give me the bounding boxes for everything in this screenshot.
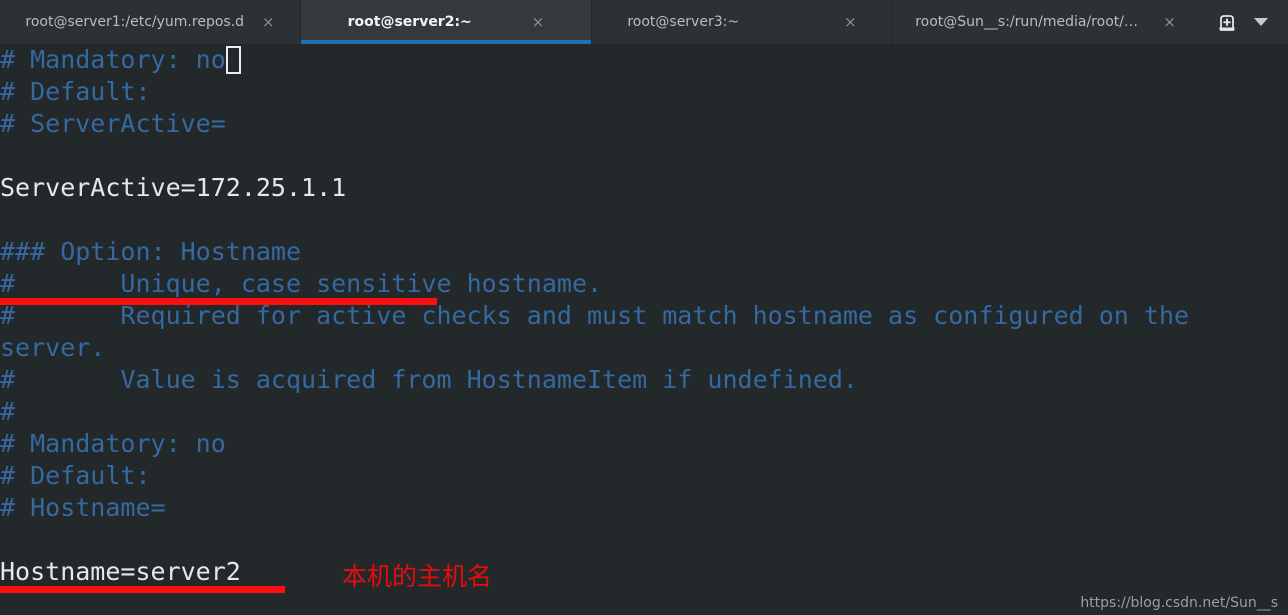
tab-bar: root@server1:/etc/yum.repos.d × root@ser… <box>0 0 1288 44</box>
terminal-line-text: # Value is acquired from HostnameItem if… <box>0 365 858 394</box>
tab-label: root@server3:~ <box>627 14 740 30</box>
tab-list-dropdown-button[interactable] <box>1244 5 1278 39</box>
terminal-line-text: # Default: <box>0 461 151 490</box>
new-tab-icon[interactable] <box>1210 5 1244 39</box>
terminal-line-text: # Required for active checks and must ma… <box>0 301 1190 330</box>
tab-server1[interactable]: root@server1:/etc/yum.repos.d × <box>0 0 300 44</box>
tab-close-icon[interactable]: × <box>262 14 275 30</box>
terminal-window: root@server1:/etc/yum.repos.d × root@ser… <box>0 0 1288 615</box>
terminal-line: # Value is acquired from HostnameItem if… <box>0 364 1288 396</box>
terminal-line: # <box>0 396 1288 428</box>
terminal-line: # Default: <box>0 76 1288 108</box>
terminal-line-text: server. <box>0 333 106 362</box>
tab-label: root@server2:~ <box>347 14 472 30</box>
terminal-line: server. <box>0 332 1288 364</box>
terminal-line: # ServerActive= <box>0 108 1288 140</box>
chevron-down-icon <box>1254 18 1268 26</box>
terminal-line-text: # Default: <box>0 77 151 106</box>
tab-close-icon[interactable]: × <box>532 14 545 30</box>
terminal-line: # Mandatory: no <box>0 44 1288 76</box>
terminal-line-text: Hostname=server2 <box>0 557 241 586</box>
terminal-line: # Mandatory: no <box>0 428 1288 460</box>
terminal-line: Hostname=server2 <box>0 556 1288 588</box>
chinese-annotation: 本机的主机名 <box>342 562 493 591</box>
tab-label: root@Sun__s:/run/media/root/Dat… <box>915 14 1146 30</box>
terminal-line-text: # Mandatory: no <box>0 429 226 458</box>
red-underline-serveractive <box>0 298 437 305</box>
red-underline-hostname <box>0 586 285 593</box>
tab-sun-s-media[interactable]: root@Sun__s:/run/media/root/Dat… × <box>893 0 1198 44</box>
tab-label: root@server1:/etc/yum.repos.d <box>25 14 245 30</box>
terminal-line: ServerActive=172.25.1.1 <box>0 172 1288 204</box>
tab-server2[interactable]: root@server2:~ × <box>301 0 591 44</box>
terminal-line-text: # ServerActive= <box>0 109 226 138</box>
terminal-line-text: ServerActive=172.25.1.1 <box>0 173 347 202</box>
tab-server3[interactable]: root@server3:~ × <box>592 0 892 44</box>
terminal-line-text: ### Option: Hostname <box>0 237 302 266</box>
terminal-line-text: # Mandatory: no <box>0 45 226 74</box>
terminal-line-text: # Hostname= <box>0 493 166 522</box>
tab-close-icon[interactable]: × <box>1163 14 1176 30</box>
tab-close-icon[interactable]: × <box>844 14 857 30</box>
terminal-line: # Unique, case sensitive hostname. <box>0 268 1288 300</box>
terminal-text-area: # Mandatory: no # Default: # ServerActive=… <box>0 44 1288 588</box>
tab-bar-spacer <box>1198 0 1210 44</box>
watermark: https://blog.csdn.net/Sun__s <box>1080 595 1278 611</box>
text-cursor <box>225 46 241 74</box>
terminal-line: ### Option: Hostname <box>0 236 1288 268</box>
terminal-line-text: # Unique, case sensitive hostname. <box>0 269 603 298</box>
terminal-body[interactable]: # Mandatory: no # Default: # ServerActive=… <box>0 44 1288 615</box>
terminal-line: # Default: <box>0 460 1288 492</box>
terminal-line: # Hostname= <box>0 492 1288 524</box>
terminal-line-text: # <box>0 397 16 426</box>
tab-bar-actions <box>1210 0 1288 44</box>
